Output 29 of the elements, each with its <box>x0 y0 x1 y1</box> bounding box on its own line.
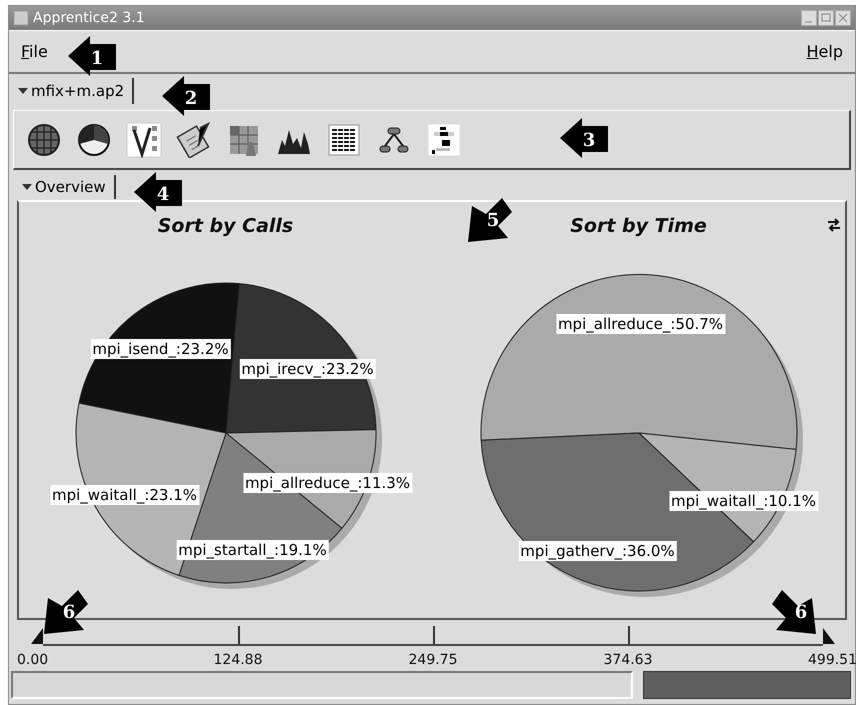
pie-chart-icon[interactable] <box>76 122 112 158</box>
axis-tick-label: 124.88 <box>214 651 262 670</box>
chart-title: Sort by Time <box>570 214 707 239</box>
slice-label: mpi_waitall_:10.1% <box>668 490 818 510</box>
swap-icon[interactable] <box>827 218 841 232</box>
globe-icon[interactable] <box>26 122 62 158</box>
table-icon[interactable] <box>326 122 362 158</box>
slice-label: mpi_allreduce_:11.3% <box>242 472 412 492</box>
axis-tick-label: 374.63 <box>604 651 652 670</box>
tab[interactable]: Overview <box>17 175 116 199</box>
slice-label: mpi_gatherv_:36.0% <box>518 540 677 560</box>
window-controls-icon[interactable] <box>801 10 851 26</box>
chart-icon[interactable] <box>126 122 162 158</box>
menu-item[interactable]: Help <box>802 40 847 64</box>
axis-tick-label: 0.00 <box>17 651 48 670</box>
tab[interactable]: mfix+m.ap2 <box>13 78 134 104</box>
axis-tick-label: 499.51 <box>808 651 856 670</box>
slice-label: mpi_isend_:23.2% <box>90 338 231 358</box>
slice-label: mpi_irecv_:23.2% <box>239 358 376 378</box>
slice-label: mpi_waitall_:23.1% <box>50 484 200 504</box>
chart-title: Sort by Calls <box>158 214 294 239</box>
slice-label: mpi_allreduce_:50.7% <box>556 314 726 334</box>
range-end-handle[interactable] <box>821 628 835 644</box>
window-title: Apprentice2 3.1 <box>33 8 145 28</box>
range-start-handle[interactable] <box>31 628 45 644</box>
slice-label: mpi_startall_:19.1% <box>176 540 329 560</box>
axis-tick-label: 249.75 <box>408 651 458 670</box>
menu-item[interactable]: File <box>17 40 52 64</box>
timeline-icon[interactable] <box>426 122 462 158</box>
